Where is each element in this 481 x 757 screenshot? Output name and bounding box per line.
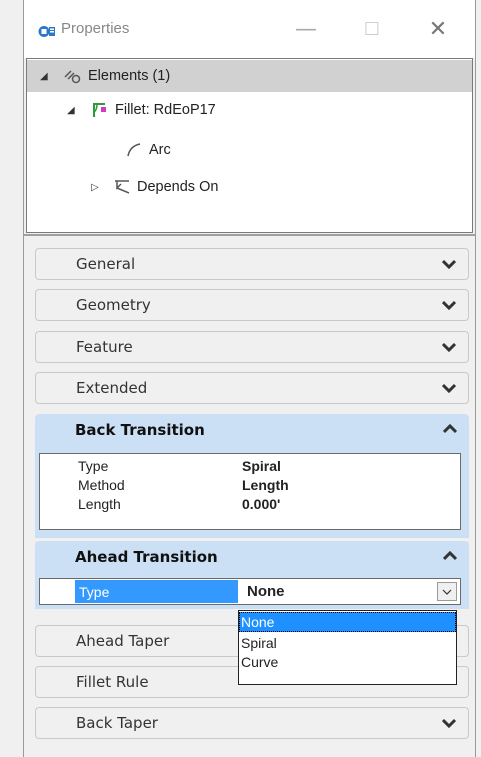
depends-on-icon [111,177,133,197]
tree-item-label: Elements (1) [88,68,171,84]
ahead-transition-grid: Type None [39,578,461,605]
type-dropdown-list[interactable]: None Spiral Curve [238,610,457,685]
tree-item-arc[interactable]: Arc [123,134,171,166]
type-select-value[interactable]: None [247,583,285,600]
property-label: Length [78,495,121,512]
title-bar[interactable]: Properties — ☐ ✕ [24,0,475,58]
collapse-triangle-icon[interactable]: ◢ [40,71,52,82]
property-label: Type [78,457,109,474]
tree-item-depends-on[interactable]: ▷ Depends On [91,171,218,203]
section-title: Extended [76,379,148,397]
section-title: Back Taper [76,714,158,732]
element-tree[interactable]: ◢ Elements (1) ◢ Fillet: RdEoP17 Arc ▷ D… [26,58,473,233]
section-geometry[interactable]: Geometry [35,289,469,321]
property-label-selected[interactable]: Type [75,580,238,603]
property-value[interactable]: 0.000' [242,496,280,512]
elements-icon [62,66,84,86]
chevron-down-icon [442,300,456,310]
arc-icon [123,140,145,160]
section-extended[interactable]: Extended [35,372,469,404]
section-title: Feature [76,338,133,356]
section-title: General [76,255,136,273]
chevron-up-icon [443,424,457,434]
tree-item-elements[interactable]: ◢ Elements (1) [27,60,472,92]
tree-item-fillet[interactable]: ◢ Fillet: RdEoP17 [67,94,216,126]
maximize-button[interactable]: ☐ [352,12,392,46]
section-title: Fillet Rule [76,673,149,691]
back-transition-grid: Type Spiral Method Length Length 0.000' [39,453,461,530]
section-title: Back Transition [75,421,205,439]
close-button[interactable]: ✕ [418,12,458,46]
fillet-icon [89,100,111,120]
dropdown-button[interactable] [437,582,457,601]
minimize-button[interactable]: — [286,12,326,46]
section-back-transition[interactable]: Back Transition [35,414,469,446]
chevron-down-icon [442,383,456,393]
splitter[interactable] [24,234,475,236]
section-ahead-transition[interactable]: Ahead Transition [35,541,469,573]
property-row[interactable]: Method Length [40,475,460,494]
tree-item-label: Arc [149,142,171,158]
section-title: Ahead Taper [76,632,170,650]
back-transition-body: Type Spiral Method Length Length 0.000' [35,446,469,538]
chevron-down-icon [442,718,456,728]
chevron-down-icon [442,342,456,352]
properties-icon [38,23,55,40]
property-value[interactable]: Spiral [242,458,281,474]
ahead-transition-body: Type None [35,573,469,609]
section-title: Geometry [76,296,151,314]
section-feature[interactable]: Feature [35,331,469,363]
property-label: Method [78,476,125,493]
collapse-triangle-icon[interactable]: ◢ [67,105,79,116]
section-back-taper[interactable]: Back Taper [35,707,469,739]
tree-item-label: Fillet: RdEoP17 [115,102,216,118]
property-row[interactable]: Length 0.000' [40,494,460,513]
dropdown-option-none[interactable]: None [239,612,456,632]
section-general[interactable]: General [35,248,469,280]
property-value[interactable]: Length [242,477,289,493]
chevron-up-icon [443,551,457,561]
section-title: Ahead Transition [75,548,218,566]
dropdown-option-spiral[interactable]: Spiral [239,633,456,653]
expand-triangle-icon[interactable]: ▷ [91,182,103,193]
chevron-down-icon [442,259,456,269]
tree-item-label: Depends On [137,179,219,195]
window-title: Properties [61,20,130,37]
dropdown-option-curve[interactable]: Curve [239,652,456,672]
property-row[interactable]: Type Spiral [40,456,460,475]
chevron-down-icon [442,589,452,595]
